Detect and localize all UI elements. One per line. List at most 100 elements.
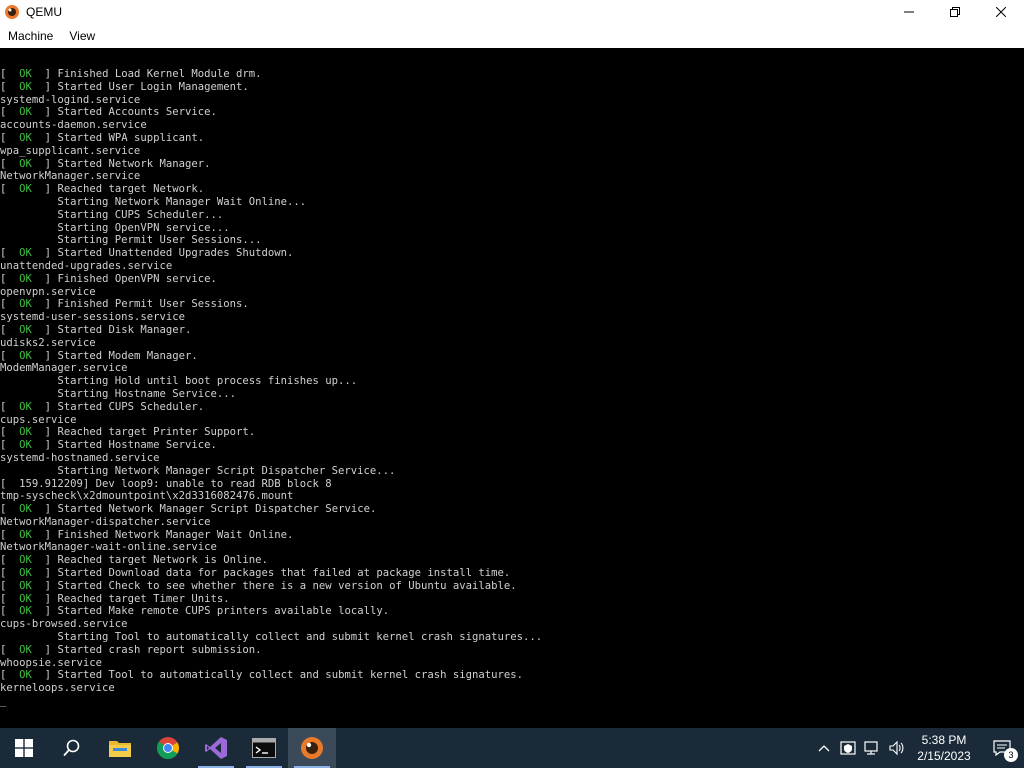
console-line-text: Started Check to see whether there is a …: [57, 579, 517, 592]
console-line: [ OK ] Finished OpenVPN service.: [0, 273, 542, 286]
search-icon: [63, 739, 80, 757]
console-line: kerneloops.service: [0, 682, 115, 695]
console-line: [ 159.912209] Dev loop9: unable to read …: [0, 477, 332, 490]
console-line: [ OK ] Started Unattended Upgrades Shutd…: [0, 247, 542, 260]
chevron-up-icon: [818, 745, 830, 752]
clock-time: 5:38 PM: [921, 733, 967, 747]
ok-status: OK: [6, 528, 45, 541]
console-line-text: Finished Permit User Sessions.: [57, 298, 249, 311]
console-line: [ OK ] Started CUPS Scheduler.: [0, 401, 542, 414]
minimize-button[interactable]: [886, 0, 932, 24]
window-controls: [886, 0, 1024, 24]
tray-security-button[interactable]: [836, 728, 860, 768]
console-output: [ OK ] Finished Load Kernel Module drm.[…: [0, 68, 542, 708]
console-line: whoopsie.service: [0, 656, 103, 669]
console-line-text: Started Tool to automatically collect an…: [57, 669, 524, 682]
console-line: [ OK ] Started Hostname Service.: [0, 439, 542, 452]
console-line-text: Started User Login Management.: [57, 80, 249, 93]
console-line: [ OK ] Started Tool to automatically col…: [0, 669, 542, 682]
status-bracket-close: ]: [44, 272, 58, 285]
console-line: systemd-hostnamed.service: [0, 451, 160, 464]
restore-icon: [950, 7, 960, 17]
console-line: [ OK ] Reached target Network.: [0, 183, 542, 196]
ok-status: OK: [6, 503, 45, 516]
console-line: [ OK ] Finished Network Manager Wait Onl…: [0, 529, 542, 542]
console-line: ModemManager.service: [0, 362, 128, 375]
ok-status: OK: [6, 605, 45, 618]
start-button[interactable]: [0, 728, 48, 768]
clock-date: 2/15/2023: [917, 749, 971, 763]
ok-status: OK: [6, 554, 45, 567]
ok-status: OK: [6, 272, 45, 285]
file-explorer-button[interactable]: [96, 728, 144, 768]
console-line: accounts-daemon.service: [0, 119, 147, 132]
status-bracket-close: ]: [44, 157, 58, 170]
console-line: [ OK ] Reached target Timer Units.: [0, 593, 542, 606]
console-line: Starting Hold until boot process finishe…: [0, 375, 358, 388]
folder-icon: [109, 741, 131, 757]
tray-volume-button[interactable]: [884, 728, 908, 768]
ok-status: OK: [6, 669, 45, 682]
qemu-icon: [301, 737, 323, 759]
ok-status: OK: [6, 643, 45, 656]
console-line: cups.service: [0, 413, 77, 426]
console-line: [ OK ] Started Download data for package…: [0, 567, 542, 580]
status-bracket-close: ]: [44, 592, 58, 605]
search-button[interactable]: [48, 728, 96, 768]
ok-status: OK: [6, 298, 45, 311]
console-line: NetworkManager-dispatcher.service: [0, 515, 211, 528]
console-line: [ OK ] Started Make remote CUPS printers…: [0, 605, 542, 618]
notification-badge: 3: [1004, 748, 1018, 762]
ok-status: OK: [6, 579, 45, 592]
window-title: QEMU: [26, 5, 62, 19]
console-line: Starting Network Manager Wait Online...: [0, 195, 307, 208]
title-bar: QEMU: [0, 0, 1024, 24]
tray-network-button[interactable]: [860, 728, 884, 768]
console-line-text: Started crash report submission.: [57, 643, 262, 656]
terminal-button[interactable]: [240, 728, 288, 768]
console-line: [ OK ] Finished Permit User Sessions.: [0, 298, 542, 311]
console-line-text: Finished OpenVPN service.: [57, 272, 217, 285]
qemu-button[interactable]: [288, 728, 336, 768]
ok-status: OK: [6, 247, 45, 260]
console-line: systemd-logind.service: [0, 93, 141, 106]
action-center-button[interactable]: 3: [980, 728, 1024, 768]
status-bracket-close: ]: [44, 643, 58, 656]
ok-status: OK: [6, 400, 45, 413]
visual-studio-button[interactable]: [192, 728, 240, 768]
console-line-text: Reached target Network.: [57, 183, 205, 196]
status-bracket-close: ]: [44, 554, 58, 567]
restore-button[interactable]: [932, 0, 978, 24]
console-line: Starting Permit User Sessions...: [0, 234, 262, 247]
menu-machine[interactable]: Machine: [0, 24, 61, 48]
console-line-text: Finished Network Manager Wait Online.: [57, 528, 294, 541]
taskbar-clock[interactable]: 5:38 PM 2/15/2023: [908, 732, 980, 764]
close-icon: [996, 7, 1006, 17]
menu-view[interactable]: View: [61, 24, 103, 48]
console-line: wpa_supplicant.service: [0, 144, 141, 157]
status-bracket-close: ]: [44, 80, 58, 93]
console-line-text: Reached target Printer Support.: [57, 426, 256, 439]
status-bracket-close: ]: [44, 567, 58, 580]
ok-status: OK: [6, 426, 45, 439]
console-line-text: Started CUPS Scheduler.: [57, 400, 205, 413]
console-line-text: Started Network Manager.: [57, 157, 211, 170]
status-bracket-close: ]: [44, 106, 58, 119]
console-line-text: Started Network Manager Script Dispatche…: [57, 503, 377, 516]
ok-status: OK: [6, 439, 45, 452]
close-button[interactable]: [978, 0, 1024, 24]
console-line-text: Started Disk Manager.: [57, 323, 192, 336]
show-hidden-icons-button[interactable]: [812, 728, 836, 768]
status-bracket-close: ]: [44, 426, 58, 439]
chrome-button[interactable]: [144, 728, 192, 768]
ok-status: OK: [6, 131, 45, 144]
status-bracket-close: ]: [44, 183, 58, 196]
console-line: Starting Hostname Service...: [0, 387, 236, 400]
console-line: [ OK ] Started Disk Manager.: [0, 324, 542, 337]
console-line-text: Started Download data for packages that …: [57, 567, 511, 580]
status-bracket-close: ]: [44, 579, 58, 592]
console-line: systemd-user-sessions.service: [0, 311, 185, 324]
console-line: [ OK ] Started Check to see whether ther…: [0, 580, 542, 593]
vm-console[interactable]: [ OK ] Finished Load Kernel Module drm.[…: [0, 48, 1024, 728]
console-line-text: Started Accounts Service.: [57, 106, 217, 119]
